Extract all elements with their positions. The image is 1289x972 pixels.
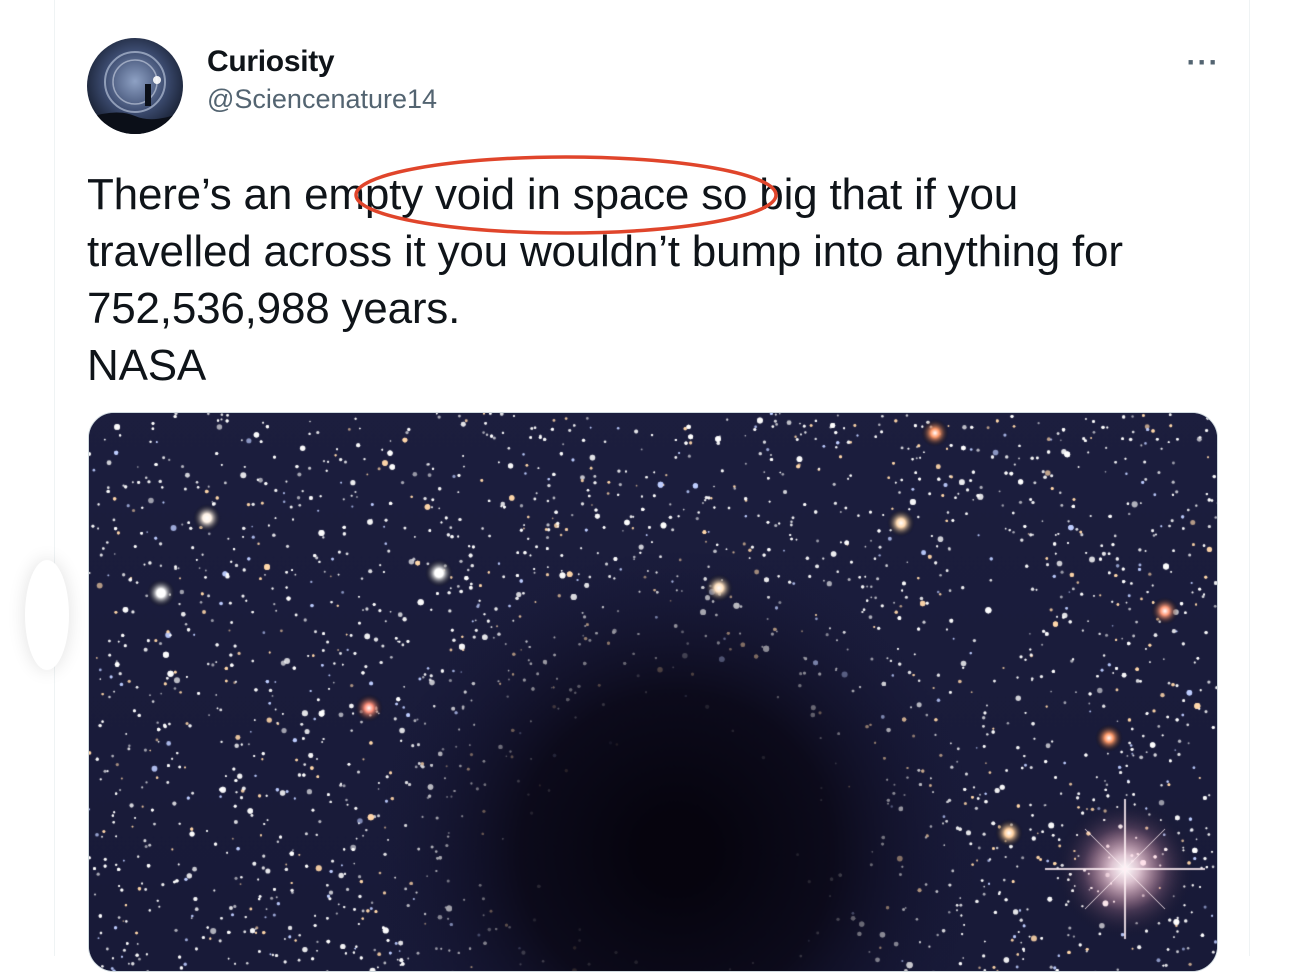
side-panel-edge	[25, 560, 69, 670]
starfield-image	[89, 413, 1217, 971]
tweet-media[interactable]	[88, 412, 1218, 972]
more-options-button[interactable]: ···	[1179, 48, 1227, 78]
tweet-text-line: 752,536,988 years.	[87, 284, 461, 333]
more-options-icon: ···	[1186, 46, 1220, 79]
author-info[interactable]: Curiosity @Sciencenature14	[207, 44, 437, 116]
handle[interactable]: @Sciencenature14	[207, 82, 437, 116]
tweet-text-line: travelled across it you wouldn’t bump in…	[87, 227, 1123, 276]
display-name[interactable]: Curiosity	[207, 44, 437, 80]
tweet-card[interactable]: Curiosity @Sciencenature14 ··· There’s a…	[25, 0, 1250, 972]
tweet-text: There’s an empty void in space so big th…	[87, 166, 1227, 394]
avatar[interactable]	[87, 38, 183, 134]
tweet-text-line: There’s an empty void in space so big th…	[87, 170, 1019, 219]
tweet-text-line: NASA	[87, 341, 207, 390]
avatar-image	[87, 38, 183, 134]
